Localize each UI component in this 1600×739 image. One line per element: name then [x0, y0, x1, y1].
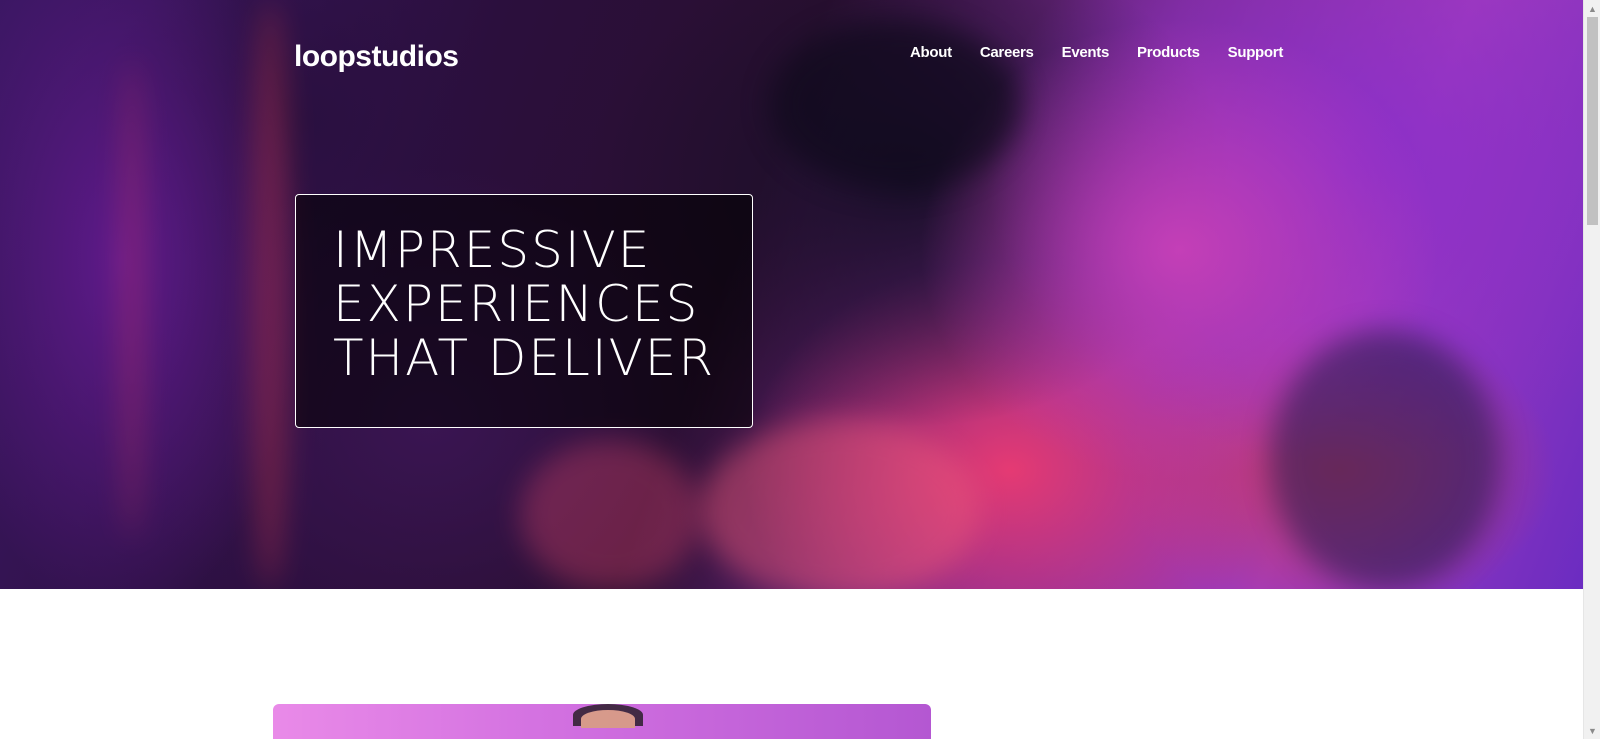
nav-link-support[interactable]: Support — [1228, 44, 1284, 61]
nav-link-about[interactable]: About — [910, 44, 952, 61]
scroll-up-icon[interactable]: ▲ — [1584, 0, 1600, 17]
nav-link-products[interactable]: Products — [1137, 44, 1200, 61]
nav-link-careers[interactable]: Careers — [980, 44, 1034, 61]
hero-background-art — [120, 60, 144, 540]
site-logo[interactable]: loopstudios — [294, 40, 459, 74]
interactive-section-image — [273, 704, 931, 739]
hero-headline: IMPRESSIVE EXPERIENCES THAT DELIVER — [333, 223, 722, 385]
hero-background-art — [700, 420, 980, 589]
hero-headline-line: EXPERIENCES — [333, 275, 700, 333]
hero-section: loopstudios About Careers Events Product… — [0, 0, 1583, 589]
hero-background-art — [520, 440, 700, 589]
scrollbar-thumb[interactable] — [1587, 17, 1598, 225]
hero-headline-box: IMPRESSIVE EXPERIENCES THAT DELIVER — [295, 194, 753, 428]
hero-background-art — [1270, 330, 1500, 589]
page-viewport: loopstudios About Careers Events Product… — [0, 0, 1583, 739]
hero-headline-line: IMPRESSIVE — [333, 221, 652, 279]
scroll-down-icon[interactable]: ▼ — [1584, 722, 1600, 739]
nav-link-events[interactable]: Events — [1062, 44, 1110, 61]
hero-background-art — [250, 0, 290, 589]
image-figure — [573, 704, 643, 728]
hero-headline-line: THAT DELIVER — [333, 329, 716, 387]
vertical-scrollbar[interactable]: ▲ ▼ — [1583, 0, 1600, 739]
main-nav: About Careers Events Products Support — [910, 44, 1283, 61]
